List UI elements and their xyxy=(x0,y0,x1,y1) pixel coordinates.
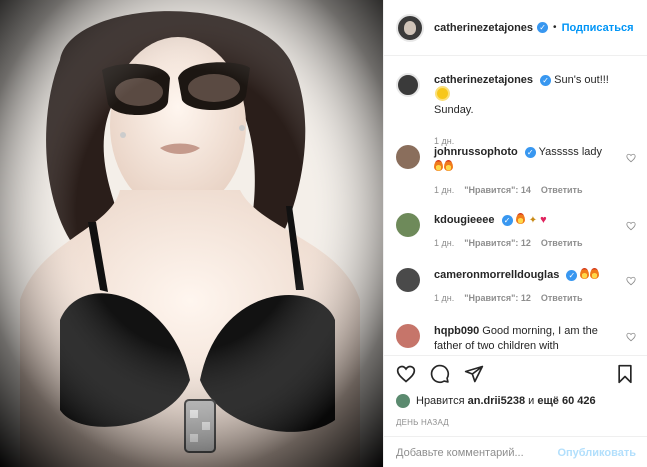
like-comment-heart-icon[interactable] xyxy=(626,276,636,286)
likes-count[interactable]: ещё 60 426 xyxy=(537,395,595,407)
comment-item: johnrussophoto ✓ Yasssss lady 1 дн. "Нра… xyxy=(396,145,636,195)
post-header: catherinezetajones ✓ • Подписаться xyxy=(384,0,647,56)
comment-time[interactable]: 1 дн. xyxy=(434,185,454,195)
follow-button[interactable]: Подписаться xyxy=(562,22,634,34)
reply-button[interactable]: Ответить xyxy=(541,238,583,248)
sparkle-emoji-icon: ✦ xyxy=(528,215,538,226)
comment-username[interactable]: cameronmorrelldouglas xyxy=(434,269,559,281)
author-username[interactable]: catherinezetajones xyxy=(434,22,533,34)
verified-icon: ✓ xyxy=(524,146,536,158)
add-comment-bar: Опубликовать xyxy=(384,436,647,467)
caption-text-line2: Sunday. xyxy=(434,104,474,116)
comments-list[interactable]: catherinezetajones ✓ Sun's out!!! Sunday… xyxy=(384,57,647,355)
likes-middle: и xyxy=(528,395,535,407)
comment-avatar[interactable] xyxy=(396,213,420,237)
comment-username[interactable]: johnrussophoto xyxy=(434,146,518,158)
comment-likes[interactable]: "Нравится": 14 xyxy=(464,185,531,195)
comment-likes[interactable]: "Нравится": 12 xyxy=(464,238,531,248)
reply-button[interactable]: Ответить xyxy=(541,185,583,195)
sun-emoji-icon xyxy=(437,88,448,99)
comment-text: Yasssss lady xyxy=(538,146,603,158)
fire-emoji-icon xyxy=(444,160,453,171)
verified-icon: ✓ xyxy=(501,214,513,226)
comment-likes[interactable]: "Нравится": 12 xyxy=(464,293,531,303)
like-comment-heart-icon[interactable] xyxy=(626,332,636,342)
comment-avatar[interactable] xyxy=(396,268,420,292)
caption: catherinezetajones ✓ Sun's out!!! Sunday… xyxy=(396,73,636,146)
comment-time[interactable]: 1 дн. xyxy=(434,238,454,248)
likes-prefix: Нравится xyxy=(416,395,465,407)
comment-time[interactable]: 1 дн. xyxy=(434,293,454,303)
post-image xyxy=(0,0,383,467)
publish-button[interactable]: Опубликовать xyxy=(557,447,636,459)
caption-text: Sun's out!!! xyxy=(554,74,609,86)
comment-item: cameronmorrelldouglas ✓ 1 дн. "Нравится"… xyxy=(396,268,636,303)
separator-dot: • xyxy=(553,22,557,33)
comment-input[interactable] xyxy=(396,446,558,459)
fire-emoji-icon xyxy=(590,268,600,279)
post-photo[interactable] xyxy=(0,0,383,467)
comment-username[interactable]: kdougieeee xyxy=(434,214,495,226)
caption-avatar[interactable] xyxy=(396,73,420,97)
comment-username[interactable]: hqpb090 xyxy=(434,325,479,337)
post-date[interactable]: ДЕНЬ НАЗАД xyxy=(396,418,449,427)
verified-icon: ✓ xyxy=(537,22,549,33)
post-actions: Нравится an.drii5238 и ещё 60 426 ДЕНЬ Н… xyxy=(384,355,647,467)
author-avatar[interactable] xyxy=(396,13,424,42)
fire-emoji-icon xyxy=(434,160,443,171)
likes-summary[interactable]: Нравится an.drii5238 и ещё 60 426 xyxy=(396,394,596,408)
like-comment-heart-icon[interactable] xyxy=(626,153,636,163)
comment-icon[interactable] xyxy=(430,364,450,384)
fire-emoji-icon xyxy=(515,213,525,224)
post-details-panel: catherinezetajones ✓ • Подписаться cathe… xyxy=(383,0,647,467)
comment-item: hqpb090 Good morning, I am the father of… xyxy=(396,324,636,354)
like-comment-heart-icon[interactable] xyxy=(626,221,636,231)
heart-icon[interactable] xyxy=(396,364,416,384)
red-heart-emoji-icon: ♥ xyxy=(540,214,547,226)
comment-avatar[interactable] xyxy=(396,324,420,348)
likes-user[interactable]: an.drii5238 xyxy=(468,395,525,407)
fire-emoji-icon xyxy=(580,268,590,279)
comment-avatar[interactable] xyxy=(396,145,420,169)
verified-icon: ✓ xyxy=(566,269,578,281)
comment-item: kdougieeee ✓ ✦ ♥ 1 дн. "Нравится": 12 От… xyxy=(396,213,636,248)
caption-username[interactable]: catherinezetajones xyxy=(434,74,533,86)
verified-icon: ✓ xyxy=(540,74,552,86)
bookmark-icon[interactable] xyxy=(616,364,634,384)
likes-avatar xyxy=(396,394,410,408)
reply-button[interactable]: Ответить xyxy=(541,293,583,303)
share-icon[interactable] xyxy=(464,364,484,384)
